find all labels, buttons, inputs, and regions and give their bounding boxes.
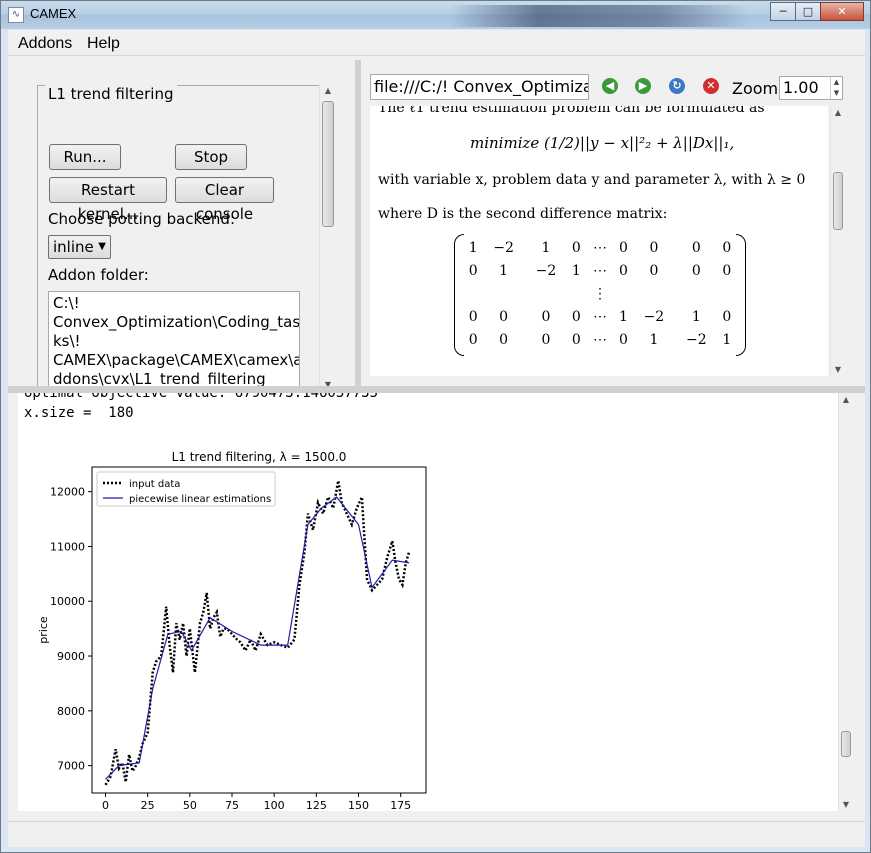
x-tick-label: 125 [306,799,327,811]
reload-icon[interactable]: ↻ [669,78,685,94]
zoom-spinner[interactable]: ▲ ▼ [830,77,842,99]
app-window: ∿ CAMEX ─ □ ✕ Addons Help ▲ ▼ Run... Sto… [0,0,871,853]
status-bar [8,821,865,847]
back-arrow-icon[interactable]: ◀ [602,78,618,94]
addon-pane: ▲ ▼ Run... Stop Restart kernel... Clear … [8,60,355,391]
title-bar[interactable]: ∿ CAMEX ─ □ ✕ [1,1,870,29]
y-tick-label: 12000 [50,486,85,499]
restart-kernel-button[interactable]: Restart kernel... [49,177,167,223]
url-input[interactable]: file:///C:/! Convex_Optimization [370,74,589,100]
addon-group-title: L1 trend filtering [45,85,177,103]
console-output[interactable]: optimal objective value: 6790473.1460377… [18,393,838,811]
background-window-blur [449,5,749,27]
scroll-up-icon[interactable]: ▲ [831,108,845,117]
run-button[interactable]: Run... [49,144,121,170]
trend-chart: L1 trend filtering, λ = 1500.0 price 0 25 50… [37,450,427,811]
stop-button[interactable]: Stop [175,144,247,170]
input-data-series [104,480,411,786]
zoom-input[interactable]: 1.00 ▲ ▼ [779,76,843,100]
matrix-left-bracket [454,234,464,356]
addon-scrollbar[interactable]: ▲ ▼ [319,84,336,391]
chevron-down-icon: ▼ [98,241,106,252]
x-tick-label: 25 [141,799,155,811]
maximize-button[interactable]: □ [795,2,821,21]
folder-line: Convex_Optimization\Coding_tas [53,313,300,331]
window-title: CAMEX [30,6,77,21]
y-tick-label: 11000 [50,540,85,553]
folder-line: ks\! [53,332,81,350]
scroll-down-icon[interactable]: ▼ [839,800,853,809]
forward-arrow-icon[interactable]: ▶ [635,78,651,94]
scroll-thumb[interactable] [833,172,843,230]
scroll-up-icon[interactable]: ▲ [320,86,336,95]
y-axis-label: price [37,616,50,644]
vertical-splitter[interactable] [355,60,361,386]
doc-view: The ℓ1 trend estimation problem can be f… [370,106,828,376]
backend-select[interactable]: inline ▼ [48,235,111,259]
difference-matrix: 1 −2 1 0 ⋯ 0 0 0 0 0 1 −2 1 ⋯ 0 0 0 0 ⋮ 0 0 0 0 ⋯ 1 −2 1 0 0 0 0 0 ⋯… [454,234,746,356]
doc-line2: with variable x, problem data y and para… [378,172,806,188]
menu-bar: Addons Help [8,30,865,56]
menu-help[interactable]: Help [87,35,120,53]
y-tick-label: 10000 [50,595,85,608]
close-button[interactable]: ✕ [820,2,864,21]
folder-line: C:\! [53,294,80,312]
x-tick-label: 150 [348,799,369,811]
scroll-up-icon[interactable]: ▲ [839,395,853,404]
x-tick-label: 50 [183,799,197,811]
client-area: Addons Help ▲ ▼ Run... Stop Restart kern… [8,30,865,847]
matrix-table: 1 −2 1 0 ⋯ 0 0 0 0 0 1 −2 1 ⋯ 0 0 0 0 ⋮ 0 0 0 0 ⋯ 1 −2 1 0 0 0 0 0 ⋯… [468,239,732,348]
y-tick-label: 7000 [57,760,85,773]
scroll-thumb[interactable] [322,101,334,227]
doc-scrollbar[interactable]: ▲ ▼ [830,106,845,376]
x-tick-label: 175 [390,799,411,811]
console-line: x.size = 180 [24,405,134,421]
zoom-label: Zoom [732,79,779,98]
app-icon: ∿ [8,7,24,23]
matrix-right-bracket [736,234,746,356]
backend-value: inline [53,238,94,256]
stop-load-icon[interactable]: ✕ [703,78,719,94]
horizontal-splitter[interactable] [8,386,865,393]
folder-line: CAMEX\package\CAMEX\camex\a [53,351,300,369]
chart-title: L1 trend filtering, λ = 1500.0 [172,450,347,464]
console-scrollbar[interactable]: ▲ ▼ [838,393,853,811]
x-tick-label: 100 [264,799,285,811]
clear-console-button[interactable]: Clear console [175,177,274,223]
scroll-down-icon[interactable]: ▼ [831,365,845,374]
folder-path-box[interactable]: C:\! Convex_Optimization\Coding_tas ks\!… [48,291,300,391]
x-tick-label: 75 [225,799,239,811]
doc-line3: where D is the second difference matrix: [378,206,668,222]
backend-label: Choose potting backend: [48,210,235,228]
x-tick-label: 0 [102,799,109,811]
legend-label: piecewise linear estimations [129,494,271,505]
scroll-thumb[interactable] [841,731,851,757]
folder-label: Addon folder: [48,266,149,284]
y-tick-label: 9000 [57,650,85,663]
doc-intro: The ℓ1 trend estimation problem can be f… [378,106,765,116]
console-line: optimal objective value: 6790473.1460377… [24,393,379,401]
minimize-button[interactable]: ─ [770,2,796,21]
y-tick-label: 8000 [57,705,85,718]
doc-formula: minimize (1/2)||y − x||²₂ + λ||Dx||₁, [470,134,735,152]
zoom-value: 1.00 [783,78,819,97]
menu-addons[interactable]: Addons [18,35,72,53]
legend-label: input data [129,479,180,490]
